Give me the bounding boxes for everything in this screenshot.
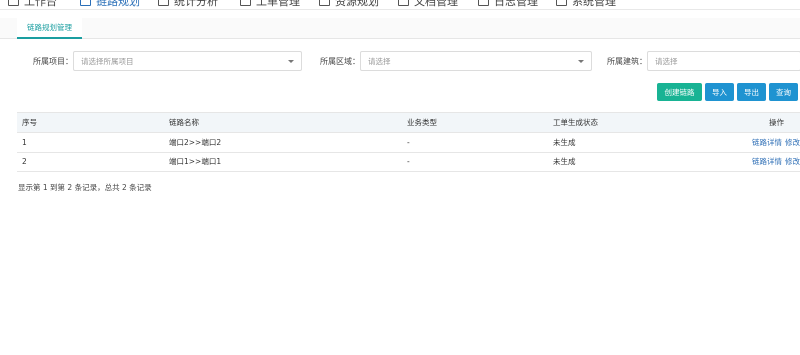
nav-label: 系统管理 [572, 0, 616, 8]
row-type: - [407, 137, 410, 147]
header-index: 序号 [22, 118, 37, 127]
monitor-icon [556, 0, 567, 6]
log-icon [478, 0, 489, 6]
project-filter: 所属项目： 请选择所属项目 [33, 51, 302, 71]
nav-label: 资源规划 [335, 0, 379, 8]
nav-item-resource-planning[interactable]: 资源规划 [319, 0, 379, 8]
chevron-down-icon [578, 60, 584, 63]
nav-item-documents[interactable]: 文档管理 [398, 0, 458, 8]
chart-icon [158, 0, 169, 6]
route-icon [80, 0, 91, 6]
edit-link[interactable]: 修改 [785, 137, 800, 148]
table-row: 1 端口2>>端口2 - 未生成 链路详情 修改 [17, 133, 800, 153]
nav-item-logs[interactable]: 日志管理 [478, 0, 538, 8]
nav-item-work-orders[interactable]: 工单管理 [240, 0, 300, 8]
row-index: 1 [22, 137, 27, 147]
tab-bar: 链路规划管理 [0, 18, 800, 39]
project-select[interactable]: 请选择所属项目 [73, 51, 302, 71]
building-filter-label: 所属建筑： [607, 56, 647, 66]
table-row: 2 端口1>>端口1 - 未生成 链路详情 修改 [17, 153, 800, 172]
header-name: 链路名称 [169, 118, 199, 127]
project-filter-label: 所属项目： [33, 56, 73, 66]
document-icon [398, 0, 409, 6]
nav-label: 统计分析 [174, 0, 218, 8]
top-navigation: 工作台 链路规划 统计分析 工单管理 资源规划 文档管理 日志管理 系统管理 [0, 0, 800, 10]
row-status: 未生成 [553, 157, 576, 167]
building-select[interactable]: 请选择 [647, 51, 800, 71]
export-button[interactable]: 导出 [737, 83, 766, 101]
nav-label: 链路规划 [96, 0, 140, 8]
tab-link-planning-management[interactable]: 链路规划管理 [17, 18, 82, 39]
checklist-icon [240, 0, 251, 6]
row-name: 端口2>>端口2 [169, 137, 222, 147]
link-detail-link[interactable]: 链路详情 [752, 156, 782, 167]
row-name: 端口1>>端口1 [169, 157, 222, 167]
row-type: - [407, 157, 410, 167]
row-actions: 链路详情 修改 [752, 153, 800, 172]
nav-item-system[interactable]: 系统管理 [556, 0, 616, 8]
header-action: 操作 [769, 118, 784, 127]
nav-label: 工单管理 [256, 0, 300, 8]
nav-item-link-planning[interactable]: 链路规划 [80, 0, 140, 8]
region-filter-label: 所属区域： [320, 56, 360, 66]
table-header: 序号 链路名称 业务类型 工单生成状态 操作 [17, 112, 800, 133]
building-select-placeholder: 请选择 [655, 56, 678, 66]
nav-item-workbench[interactable]: 工作台 [8, 0, 57, 8]
nav-label: 工作台 [24, 0, 57, 8]
import-button[interactable]: 导入 [705, 83, 734, 101]
resource-icon [319, 0, 330, 6]
nav-label: 文档管理 [414, 0, 458, 8]
row-index: 2 [22, 157, 27, 167]
building-filter: 所属建筑： 请选择 [607, 51, 800, 71]
region-select-placeholder: 请选择 [368, 56, 391, 66]
header-status: 工单生成状态 [553, 118, 598, 127]
row-status: 未生成 [553, 137, 576, 147]
nav-label: 日志管理 [494, 0, 538, 8]
desktop-icon [8, 0, 19, 6]
edit-link[interactable]: 修改 [785, 156, 800, 167]
nav-item-statistics[interactable]: 统计分析 [158, 0, 218, 8]
row-actions: 链路详情 修改 [752, 133, 800, 152]
link-detail-link[interactable]: 链路详情 [752, 137, 782, 148]
project-select-placeholder: 请选择所属项目 [81, 56, 134, 66]
query-button[interactable]: 查询 [769, 83, 798, 101]
region-filter: 所属区域： 请选择 [320, 51, 592, 71]
region-select[interactable]: 请选择 [360, 51, 592, 71]
links-table: 序号 链路名称 业务类型 工单生成状态 操作 1 端口2>>端口2 - 未生成 … [17, 112, 800, 172]
create-link-button[interactable]: 创建链路 [657, 83, 702, 101]
pagination-summary: 显示第 1 到第 2 条记录，总共 2 条记录 [18, 183, 152, 192]
header-type: 业务类型 [407, 118, 437, 127]
chevron-down-icon [288, 60, 294, 63]
